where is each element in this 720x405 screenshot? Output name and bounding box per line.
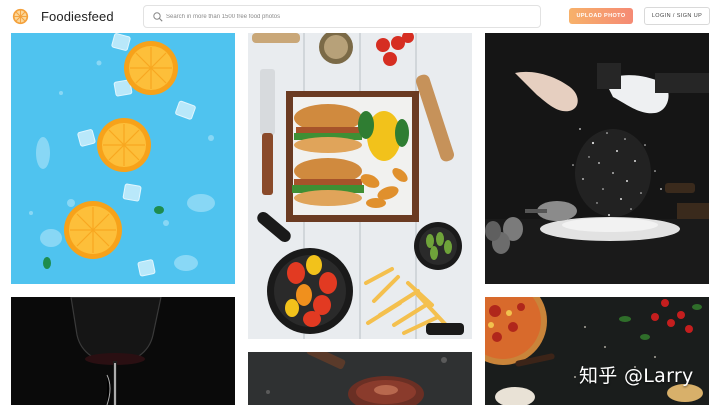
photo-burger-tray[interactable] <box>248 33 472 339</box>
brand-name[interactable]: Foodiesfeed <box>41 9 114 24</box>
login-signup-button[interactable]: LOGIN / SIGN UP <box>644 7 710 25</box>
search-input[interactable] <box>166 8 526 25</box>
photo-pizza-dark[interactable] <box>485 297 709 405</box>
photo-flour-hands[interactable] <box>485 33 709 284</box>
watermark-text: 知乎 @Larry <box>579 365 694 387</box>
orange-slice-icon[interactable] <box>12 8 29 25</box>
page: Foodiesfeed UPLOAD PHOTO LOGIN / SIGN UP <box>0 0 720 405</box>
search-icon <box>153 12 163 22</box>
upload-photo-button[interactable]: UPLOAD PHOTO <box>569 8 633 24</box>
search-bar[interactable] <box>143 5 541 28</box>
photo-grilled-meat[interactable] <box>248 352 472 405</box>
site-header: Foodiesfeed UPLOAD PHOTO LOGIN / SIGN UP <box>0 0 720 33</box>
photo-wine-pour[interactable] <box>11 297 235 405</box>
photo-orange-slices[interactable] <box>11 33 235 284</box>
